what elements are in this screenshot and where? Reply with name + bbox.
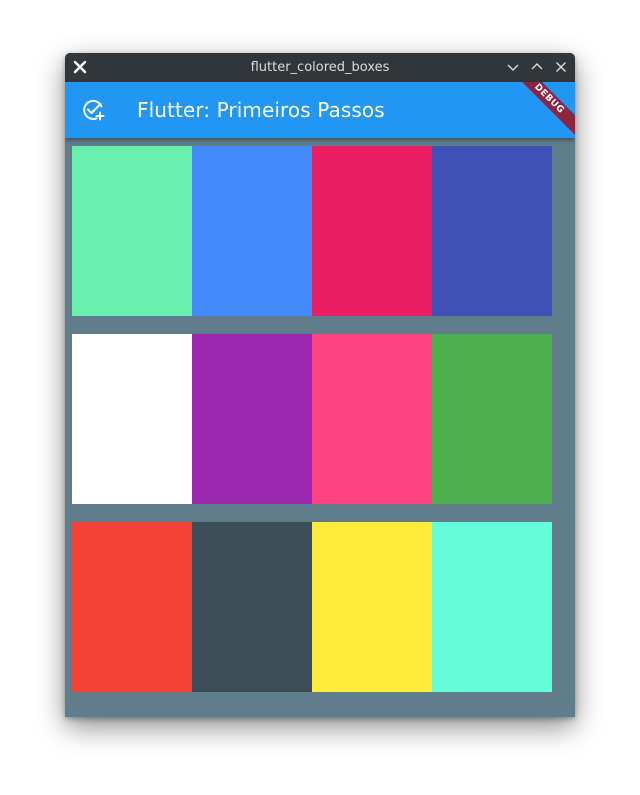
- chevron-down-icon: [507, 64, 519, 71]
- colored-box: [312, 522, 432, 692]
- close-icon: [556, 62, 566, 72]
- colored-box: [72, 522, 192, 692]
- debug-banner: DEBUG: [508, 82, 575, 138]
- close-button[interactable]: [553, 59, 569, 75]
- maximize-button[interactable]: [529, 59, 545, 75]
- colored-box: [72, 334, 192, 504]
- colored-boxes-area: [65, 138, 575, 717]
- app-bar-title: Flutter: Primeiros Passos: [137, 98, 385, 122]
- window-title: flutter_colored_boxes: [250, 60, 390, 75]
- colored-box: [192, 522, 312, 692]
- box-row-2: [72, 334, 552, 504]
- minimize-button[interactable]: [505, 59, 521, 75]
- colored-box: [432, 522, 552, 692]
- window-titlebar[interactable]: flutter_colored_boxes: [65, 53, 575, 82]
- app-bar: Flutter: Primeiros Passos DEBUG: [65, 82, 575, 138]
- add-task-icon[interactable]: [81, 98, 105, 122]
- chevron-up-icon: [531, 63, 543, 70]
- box-row-3: [72, 522, 552, 692]
- colored-box: [432, 334, 552, 504]
- colored-box: [432, 146, 552, 316]
- colored-box: [192, 334, 312, 504]
- colored-box: [72, 146, 192, 316]
- app-window: flutter_colored_boxes Flutter: Primeiros…: [65, 53, 575, 717]
- colored-box: [192, 146, 312, 316]
- colored-box: [312, 146, 432, 316]
- box-row-1: [72, 146, 552, 316]
- colored-box: [312, 334, 432, 504]
